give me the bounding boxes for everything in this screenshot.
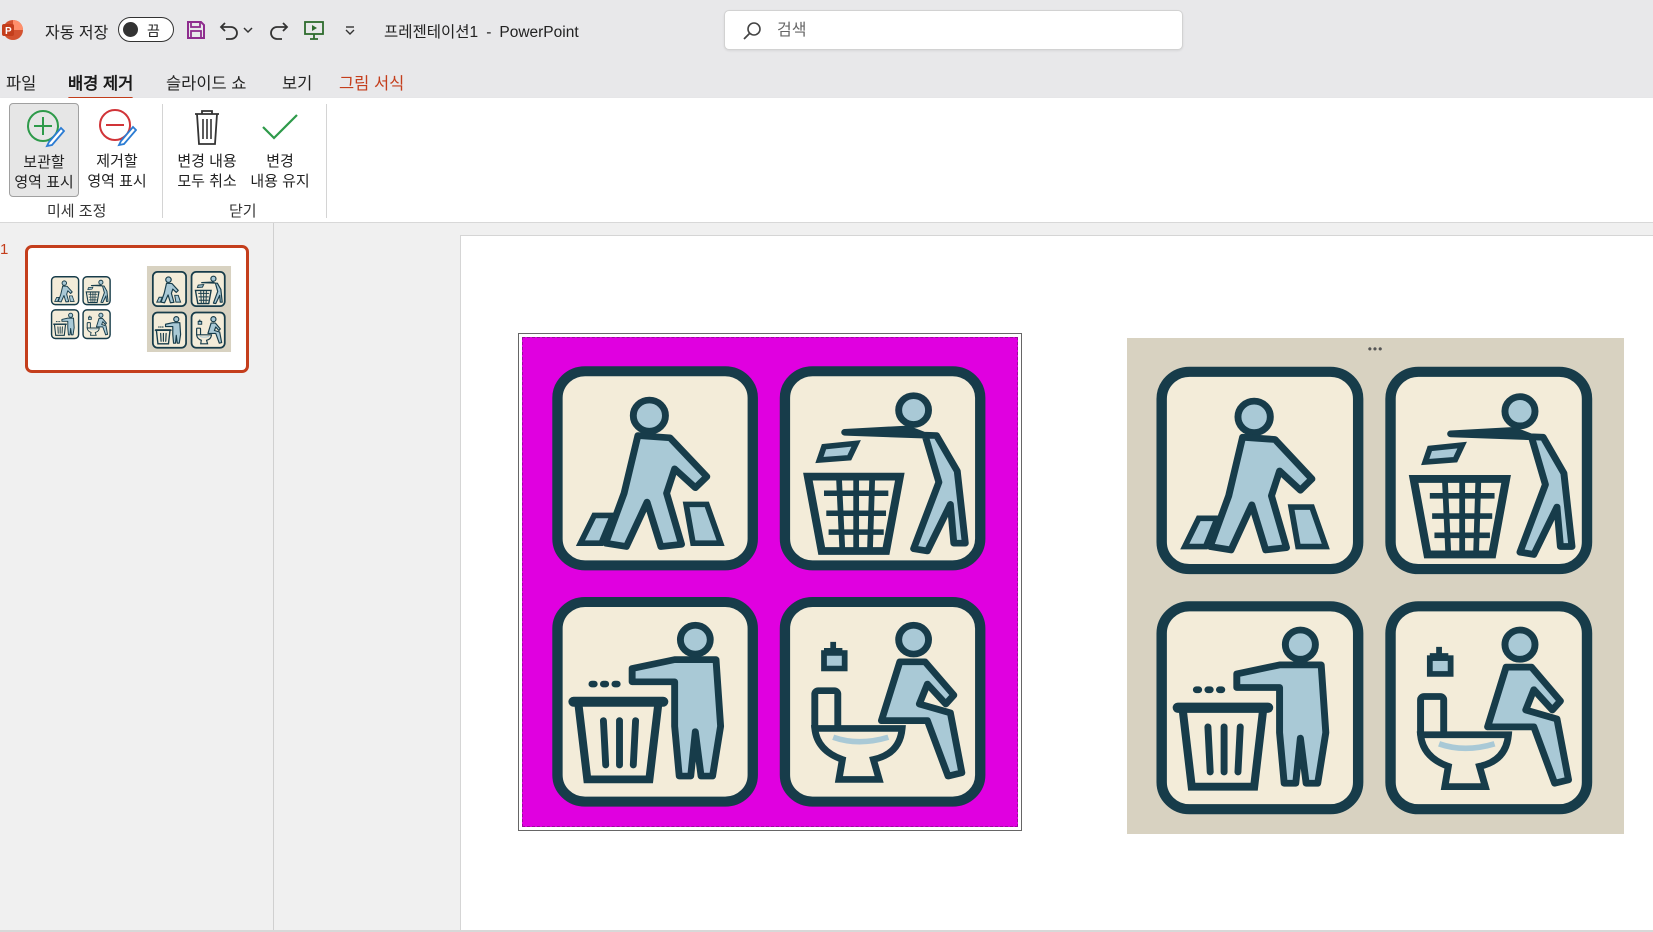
signage-icons-image: [523, 338, 1017, 826]
image-handle-dots: •••: [1367, 342, 1384, 356]
presentation-icon: [304, 21, 324, 40]
save-icon: [187, 21, 205, 39]
mark-areas-to-remove-button[interactable]: 제거할 영역 표시: [82, 103, 152, 197]
svg-text:P: P: [5, 26, 12, 37]
ribbon: 보관할 영역 표시 제거할 영역 표시 미세 조정 변경 내용 모두 취소 변경…: [0, 98, 1653, 223]
redo-icon: [270, 22, 289, 40]
group-close-label: 닫기: [229, 203, 257, 220]
title-separator: -: [486, 24, 492, 41]
chevron-down-icon: [243, 27, 253, 34]
thumbnail-image-left: [46, 272, 116, 342]
customize-quick-access-button[interactable]: [336, 16, 364, 44]
group-divider: [326, 104, 327, 218]
document-name: 프레젠테이션1: [384, 24, 479, 41]
slide-editing-canvas: •••: [274, 223, 1653, 932]
autosave-label: 자동 저장: [45, 25, 109, 42]
present-from-start-button[interactable]: [300, 16, 328, 44]
title-bar: P 자동 저장 끔 프레젠테이션1 - PowerPoint 검색: [0, 0, 1653, 60]
slide-number: 1: [0, 241, 9, 258]
redo-button[interactable]: [264, 16, 292, 44]
mark-keep-label: 보관할 영역 표시: [14, 154, 74, 191]
keep-changes-label: 변경 내용 유지: [250, 153, 310, 190]
slide: •••: [460, 235, 1653, 932]
search-icon: [743, 22, 761, 40]
ribbon-tabs: 파일 배경 제거 슬라이드 쇼 보기 그림 서식: [0, 60, 1653, 100]
background-removal-image[interactable]: [518, 333, 1022, 831]
slide-thumbnail-pane: 1: [0, 223, 274, 932]
save-button[interactable]: [182, 16, 210, 44]
mark-remove-icon: [99, 109, 137, 147]
document-title: 프레젠테이션1- PowerPoint: [384, 20, 579, 42]
app-name: PowerPoint: [499, 24, 579, 41]
tab-view[interactable]: 보기: [282, 70, 312, 94]
search-box[interactable]: [724, 10, 1183, 50]
slide-thumbnail[interactable]: [25, 245, 249, 373]
autosave-toggle[interactable]: 끔: [118, 17, 174, 42]
original-image[interactable]: •••: [1127, 338, 1624, 834]
mark-keep-icon: [27, 110, 65, 148]
tab-background-removal[interactable]: 배경 제거: [68, 70, 134, 100]
keep-changes-button[interactable]: 변경 내용 유지: [245, 103, 315, 197]
removal-overlay: [522, 337, 1018, 827]
tab-file[interactable]: 파일: [6, 70, 36, 94]
group-refine-label: 미세 조정: [47, 203, 107, 220]
mark-areas-to-keep-button[interactable]: 보관할 영역 표시: [9, 103, 79, 197]
tab-slide-show[interactable]: 슬라이드 쇼: [166, 70, 246, 94]
checkmark-icon: [262, 114, 298, 140]
undo-dropdown[interactable]: [240, 16, 256, 44]
group-divider: [162, 104, 163, 218]
search-input[interactable]: [777, 19, 1157, 43]
undo-icon: [219, 22, 238, 40]
signage-icons-image: [1127, 338, 1624, 834]
trash-icon: [195, 110, 219, 145]
discard-all-changes-button[interactable]: 변경 내용 모두 취소: [172, 103, 242, 197]
autosave-state: 끔: [147, 23, 160, 39]
mark-remove-label: 제거할 영역 표시: [87, 153, 147, 190]
thumbnail-image-right: [146, 266, 232, 352]
customize-dropdown-icon: [345, 26, 355, 35]
toggle-knob: [123, 22, 138, 37]
tab-picture-format[interactable]: 그림 서식: [339, 70, 404, 94]
powerpoint-logo-icon: P: [2, 20, 23, 40]
discard-all-label: 변경 내용 모두 취소: [177, 153, 237, 190]
